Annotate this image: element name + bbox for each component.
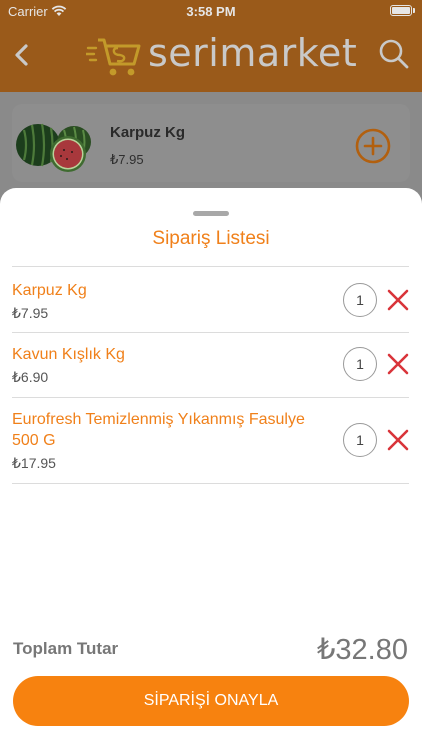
header-bar: Carrier 3:58 PM serimarket xyxy=(0,0,422,92)
quantity-badge[interactable]: 1 xyxy=(343,347,377,381)
divider xyxy=(12,332,409,333)
divider xyxy=(12,483,409,484)
total-label: Toplam Tutar xyxy=(13,639,119,658)
order-item: Kavun Kışlık Kg ₺6.90 1 xyxy=(12,344,409,386)
sheet-title: Sipariş Listesi xyxy=(152,228,270,249)
product-price: ₺7.95 xyxy=(110,152,144,167)
watermelon-image xyxy=(16,123,91,172)
battery-tip xyxy=(413,8,415,13)
total-amount: ₺32.80 xyxy=(316,634,408,666)
remove-icon[interactable] xyxy=(387,429,409,451)
sheet-drag-handle[interactable] xyxy=(193,211,229,216)
product-card[interactable]: Karpuz Kg ₺7.95 xyxy=(12,104,410,182)
remove-icon[interactable] xyxy=(387,353,409,375)
battery-icon xyxy=(390,5,412,16)
order-item-name: Kavun Kışlık Kg xyxy=(12,346,125,363)
add-to-cart-button[interactable] xyxy=(355,128,391,164)
quantity-badge[interactable]: 1 xyxy=(343,283,377,317)
order-item-name: Eurofresh Temizlenmiş Yıkanmış Fasulye 5… xyxy=(12,411,305,449)
clock: 3:58 PM xyxy=(186,4,236,19)
back-button[interactable] xyxy=(8,38,34,72)
brand-logo-text: serimarket xyxy=(148,31,358,75)
product-name: Karpuz Kg xyxy=(110,124,185,141)
search-button[interactable] xyxy=(378,38,410,70)
order-item-name: Karpuz Kg xyxy=(12,282,87,299)
order-item: Eurofresh Temizlenmiş Yıkanmış Fasulye 5… xyxy=(12,409,409,472)
order-item: Karpuz Kg ₺7.95 1 xyxy=(12,280,409,322)
quantity-badge[interactable]: 1 xyxy=(343,423,377,457)
cart-logo-icon xyxy=(86,38,141,76)
order-list-sheet: Sipariş Listesi Karpuz Kg ₺7.95 1 Kavun … xyxy=(0,188,422,750)
divider xyxy=(12,397,409,398)
confirm-order-button[interactable]: SİPARİŞİ ONAYLA xyxy=(13,676,409,726)
remove-icon[interactable] xyxy=(387,289,409,311)
status-bar: Carrier 3:58 PM xyxy=(0,0,422,24)
divider xyxy=(12,266,409,267)
order-item-price: ₺17.95 xyxy=(12,455,56,471)
